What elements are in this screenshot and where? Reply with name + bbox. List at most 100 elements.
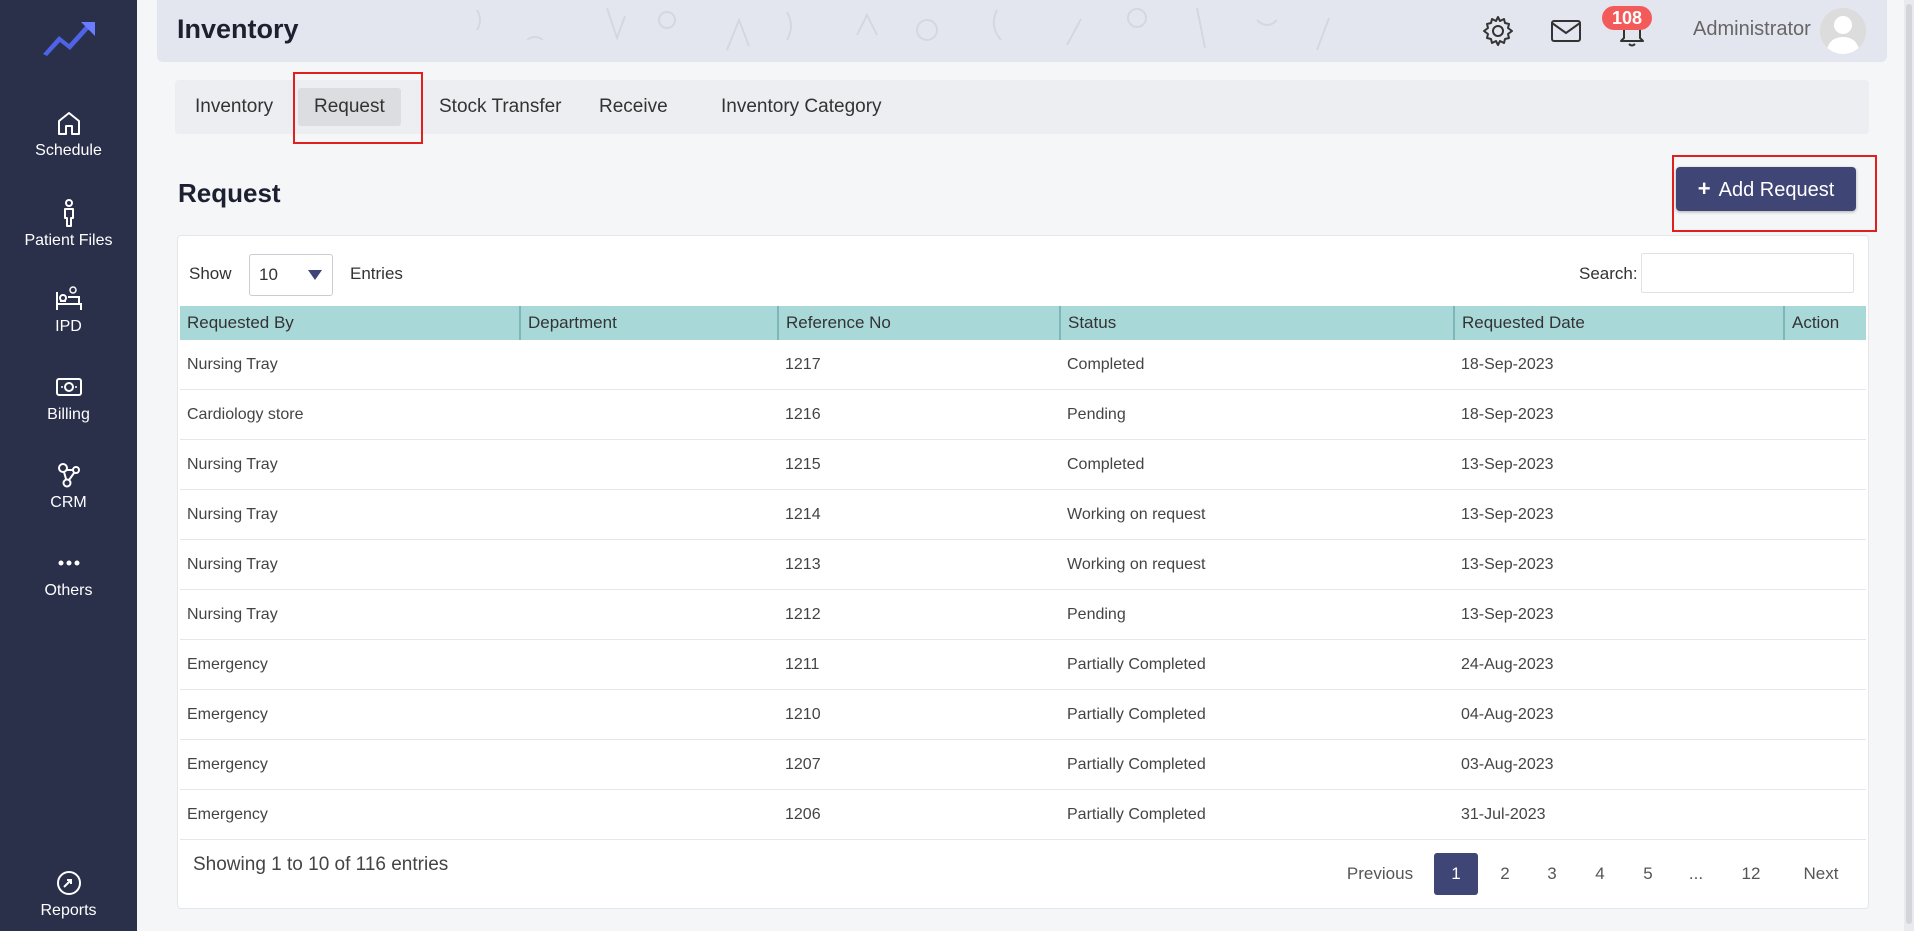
pagination-page-5[interactable]: 5 (1626, 853, 1670, 895)
sidebar-item-schedule[interactable]: Schedule (0, 108, 137, 160)
sidebar-item-label: CRM (50, 494, 87, 511)
cell-requested-by: Nursing Tray (180, 489, 520, 540)
cell-requested-by: Nursing Tray (180, 439, 520, 490)
cell-status: Partially Completed (1060, 739, 1454, 790)
cell-reference-no: 1216 (778, 389, 1060, 440)
search-input[interactable] (1641, 253, 1854, 293)
sidebar-item-ipd[interactable]: IPD (0, 284, 137, 336)
sidebar-item-patient-files[interactable]: Patient Files (0, 198, 137, 250)
cell-requested-date: 18-Sep-2023 (1454, 389, 1784, 440)
table-row[interactable]: Emergency 1211 Partially Completed 24-Au… (180, 639, 1866, 690)
table-row[interactable]: Emergency 1210 Partially Completed 04-Au… (180, 689, 1866, 740)
cell-action (1784, 689, 1866, 740)
sidebar-item-crm[interactable]: CRM (0, 460, 137, 512)
scrollbar-thumb[interactable] (1906, 4, 1912, 924)
pagination-page-1[interactable]: 1 (1434, 853, 1478, 895)
cell-reference-no: 1211 (778, 639, 1060, 690)
search-label: Search: (1579, 264, 1638, 283)
cell-requested-date: 03-Aug-2023 (1454, 739, 1784, 790)
sidebar-item-label: IPD (55, 318, 82, 335)
cell-status: Working on request (1060, 539, 1454, 590)
column-header-department[interactable]: Department (520, 306, 779, 340)
pagination-page-12[interactable]: 12 (1726, 853, 1776, 895)
table-row[interactable]: Nursing Tray 1217 Completed 18-Sep-2023 (180, 340, 1866, 390)
sidebar-item-label: Billing (47, 406, 90, 423)
sidebar-item-label: Others (44, 582, 93, 599)
cell-status: Partially Completed (1060, 689, 1454, 740)
cell-status: Completed (1060, 340, 1454, 390)
sidebar-item-label: Reports (40, 902, 97, 919)
tab-inventory[interactable]: Inventory (179, 88, 289, 126)
request-table: Requested By Department Reference No Sta… (180, 306, 1866, 840)
cell-department (520, 639, 778, 690)
money-icon (55, 378, 82, 396)
cell-action (1784, 589, 1866, 640)
table-row[interactable]: Cardiology store 1216 Pending 18-Sep-202… (180, 389, 1866, 440)
cell-status: Pending (1060, 589, 1454, 640)
cell-reference-no: 1212 (778, 589, 1060, 640)
show-label: Show (189, 264, 232, 283)
cell-requested-by: Emergency (180, 789, 520, 840)
table-info: Showing 1 to 10 of 116 entries (193, 854, 449, 875)
gear-icon[interactable] (1481, 14, 1515, 48)
page-size-value: 10 (259, 265, 278, 284)
add-request-button[interactable]: + Add Request (1676, 167, 1856, 211)
table-row[interactable]: Nursing Tray 1215 Completed 13-Sep-2023 (180, 439, 1866, 490)
column-header-reference-no[interactable]: Reference No (778, 306, 1061, 340)
bed-icon (55, 286, 82, 310)
cell-requested-by: Emergency (180, 689, 520, 740)
tab-receive[interactable]: Receive (583, 88, 684, 126)
cell-requested-date: 31-Jul-2023 (1454, 789, 1784, 840)
column-header-status[interactable]: Status (1060, 306, 1455, 340)
cell-action (1784, 539, 1866, 590)
cell-reference-no: 1215 (778, 439, 1060, 490)
pagination-ellipsis: ... (1688, 864, 1704, 883)
celebration-decoration-icon (476, 7, 1330, 51)
sidebar-item-reports[interactable]: Reports (0, 868, 137, 920)
cell-requested-by: Cardiology store (180, 389, 520, 440)
cell-department (520, 689, 778, 740)
network-icon (57, 463, 80, 488)
sidebar-item-others[interactable]: Others (0, 548, 137, 600)
sidebar: Schedule Patient Files IPD Billing CRM O… (0, 0, 137, 931)
person-icon (63, 199, 74, 227)
cell-department (520, 439, 778, 490)
pagination-page-4[interactable]: 4 (1578, 853, 1622, 895)
pagination-previous[interactable]: Previous (1340, 853, 1420, 895)
table-row[interactable]: Nursing Tray 1213 Working on request 13-… (180, 539, 1866, 590)
tab-request[interactable]: Request (298, 88, 401, 126)
cell-action (1784, 439, 1866, 490)
page-scrollbar[interactable] (1904, 0, 1914, 931)
avatar[interactable] (1820, 8, 1866, 54)
sidebar-item-billing[interactable]: Billing (0, 372, 137, 424)
table-row[interactable]: Emergency 1207 Partially Completed 03-Au… (180, 739, 1866, 790)
pagination-next[interactable]: Next (1790, 853, 1852, 895)
cell-requested-by: Nursing Tray (180, 340, 520, 390)
sidebar-item-label: Patient Files (24, 232, 113, 249)
cell-reference-no: 1210 (778, 689, 1060, 740)
sidebar-item-label: Schedule (35, 142, 102, 159)
page-size-select[interactable]: 10 (249, 254, 333, 296)
more-icon (58, 560, 79, 566)
pagination-page-2[interactable]: 2 (1483, 853, 1527, 895)
mail-icon[interactable] (1549, 14, 1583, 48)
app-logo-icon[interactable] (41, 18, 97, 58)
pagination-page-3[interactable]: 3 (1530, 853, 1574, 895)
user-name[interactable]: Administrator (1693, 18, 1811, 41)
column-header-requested-by[interactable]: Requested By (180, 306, 521, 340)
column-header-action: Action (1784, 306, 1866, 340)
table-row[interactable]: Nursing Tray 1214 Working on request 13-… (180, 489, 1866, 540)
tab-stock-transfer[interactable]: Stock Transfer (423, 88, 578, 126)
entries-label: Entries (350, 264, 403, 283)
cell-requested-date: 18-Sep-2023 (1454, 340, 1784, 390)
table-row[interactable]: Emergency 1206 Partially Completed 31-Ju… (180, 789, 1866, 840)
column-header-requested-date[interactable]: Requested Date (1454, 306, 1785, 340)
cell-reference-no: 1214 (778, 489, 1060, 540)
cell-action (1784, 739, 1866, 790)
cell-requested-date: 13-Sep-2023 (1454, 439, 1784, 490)
cell-department (520, 389, 778, 440)
table-row[interactable]: Nursing Tray 1212 Pending 13-Sep-2023 (180, 589, 1866, 640)
tab-inventory-category[interactable]: Inventory Category (705, 88, 898, 126)
cell-status: Pending (1060, 389, 1454, 440)
reports-icon (56, 871, 81, 895)
